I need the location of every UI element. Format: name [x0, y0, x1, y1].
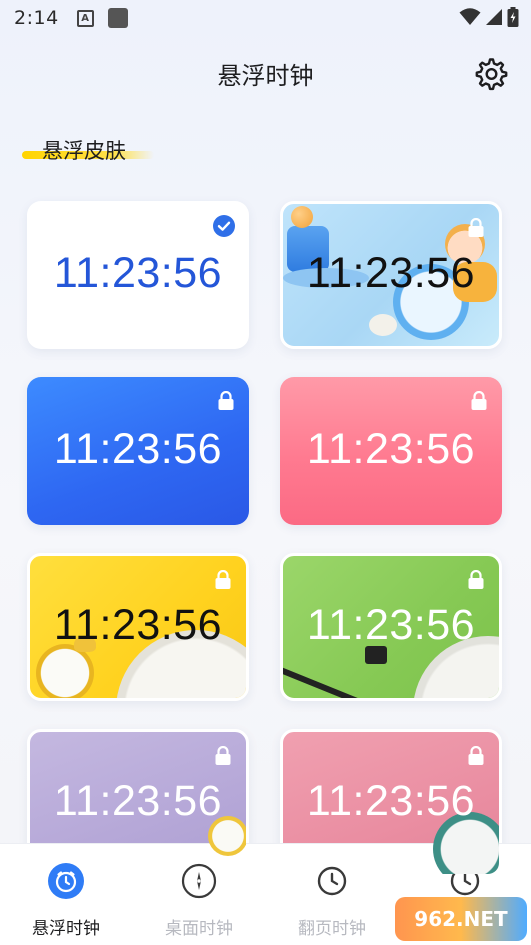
section-title: 悬浮皮肤: [42, 139, 126, 163]
wifi-icon: [459, 8, 481, 25]
watermark-logo: 962.NET: [395, 897, 527, 941]
nav-tab-flip-clock[interactable]: 翻页时钟: [266, 844, 398, 945]
skin-time-label: 11:23:56: [306, 425, 476, 473]
nav-tab-desktop-clock[interactable]: 桌面时钟: [133, 844, 265, 945]
decor-pen: [283, 664, 386, 698]
status-bar: 2:14 A: [0, 0, 531, 36]
section-header: 悬浮皮肤: [22, 135, 154, 165]
skin-time-label: 11:23:56: [53, 601, 223, 649]
battery-icon: [507, 7, 519, 27]
status-time: 2:14: [14, 7, 59, 29]
lock-icon: [218, 391, 234, 410]
skin-card-blue[interactable]: 11:23:56: [27, 377, 249, 525]
nav-label: 翻页时钟: [298, 919, 366, 939]
decor-alarm-clock: [36, 644, 94, 698]
compass-clock-icon: [180, 862, 218, 900]
lock-icon: [471, 391, 487, 410]
lock-icon: [468, 218, 484, 237]
settings-button[interactable]: [471, 55, 509, 93]
clock-icon: [313, 862, 351, 900]
skin-time-label: 11:23:56: [53, 425, 223, 473]
skin-card-green[interactable]: 11:23:56: [280, 553, 502, 701]
skin-time-label: 11:23:56: [306, 601, 476, 649]
skin-time-label: 11:23:56: [53, 249, 223, 297]
decor-ball: [291, 206, 313, 228]
decor-small-clock: [369, 314, 397, 336]
skin-card-illustration[interactable]: 11:23:56: [280, 201, 502, 349]
signal-icon: [486, 9, 502, 25]
nav-tab-floating-clock[interactable]: 悬浮时钟: [0, 844, 132, 945]
page-title: 悬浮时钟: [217, 62, 314, 90]
nav-label: 桌面时钟: [165, 919, 233, 939]
status-icons: [459, 7, 519, 27]
nav-label: 悬浮时钟: [32, 919, 100, 939]
check-icon: [213, 215, 235, 237]
lock-icon: [215, 570, 231, 589]
lock-icon: [468, 746, 484, 765]
app-notification-icon: [107, 8, 128, 28]
gear-icon: [475, 58, 508, 91]
app-screen: 2:14 A 悬浮时钟 悬浮皮肤 11:23:56 11:23:56 11:23…: [0, 0, 531, 945]
lock-icon: [468, 570, 484, 589]
notification-icon: A: [76, 9, 94, 27]
skin-time-label: 11:23:56: [306, 249, 476, 297]
skin-card-pink[interactable]: 11:23:56: [280, 377, 502, 525]
skin-card-yellow[interactable]: 11:23:56: [27, 553, 249, 701]
skin-time-label: 11:23:56: [53, 777, 223, 825]
alarm-clock-icon: [47, 862, 85, 900]
skin-time-label: 11:23:56: [306, 777, 476, 825]
lock-icon: [215, 746, 231, 765]
skin-card-white[interactable]: 11:23:56: [27, 201, 249, 349]
